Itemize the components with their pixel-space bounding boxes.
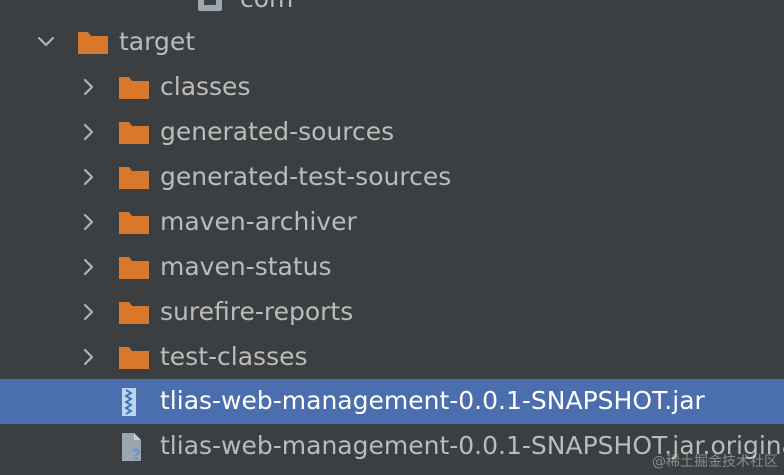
tree-row-generated-sources[interactable]: generated-sources (0, 110, 784, 155)
tree-item-label: target (119, 27, 196, 56)
tree-item-label: maven-archiver (160, 207, 357, 236)
tree-row-classes[interactable]: classes (0, 65, 784, 110)
chevron-down-icon[interactable] (36, 32, 56, 52)
folder-icon (117, 163, 151, 193)
tree-item-label: com (240, 0, 293, 15)
folder-icon (117, 73, 151, 103)
folder-icon (117, 208, 151, 238)
folder-icon (117, 298, 151, 328)
unknown-file-icon: ? (117, 432, 151, 464)
tree-row-generated-test-sources[interactable]: generated-test-sources (0, 155, 784, 200)
folder-icon (117, 343, 151, 373)
chevron-right-icon[interactable] (78, 347, 98, 367)
tree-row-target[interactable]: target (0, 20, 784, 65)
tree-item-label: generated-sources (160, 117, 395, 146)
tree-item-label: test-classes (160, 342, 308, 371)
tree-row-test-classes[interactable]: test-classes (0, 335, 784, 380)
chevron-right-icon[interactable] (78, 212, 98, 232)
folder-icon (76, 28, 110, 58)
svg-text:?: ? (132, 445, 141, 462)
tree-row-maven-archiver[interactable]: maven-archiver (0, 200, 784, 245)
watermark: @稀土掘金技术社区 (652, 454, 778, 470)
chevron-right-icon[interactable] (78, 77, 98, 97)
tree-item-label: surefire-reports (160, 297, 354, 326)
tree-row-maven-status[interactable]: maven-status (0, 245, 784, 290)
tree-item-label: generated-test-sources (160, 162, 452, 191)
chevron-right-icon[interactable] (78, 167, 98, 187)
chevron-right-icon[interactable] (78, 257, 98, 277)
folder-icon (117, 118, 151, 148)
tree-row-surefire-reports[interactable]: surefire-reports (0, 290, 784, 335)
tree-row-com[interactable]: com (0, 0, 784, 22)
jar-file-icon (117, 387, 151, 417)
package-icon (196, 0, 230, 15)
project-tree: com target classes generate (0, 0, 784, 475)
folder-icon (117, 253, 151, 283)
tree-item-label: maven-status (160, 252, 332, 281)
tree-item-label: classes (160, 72, 251, 101)
tree-item-label: tlias-web-management-0.0.1-SNAPSHOT.jar (160, 386, 705, 415)
chevron-right-icon[interactable] (78, 302, 98, 322)
chevron-right-icon[interactable] (78, 122, 98, 142)
tree-row-jar-file[interactable]: tlias-web-management-0.0.1-SNAPSHOT.jar (0, 379, 784, 424)
